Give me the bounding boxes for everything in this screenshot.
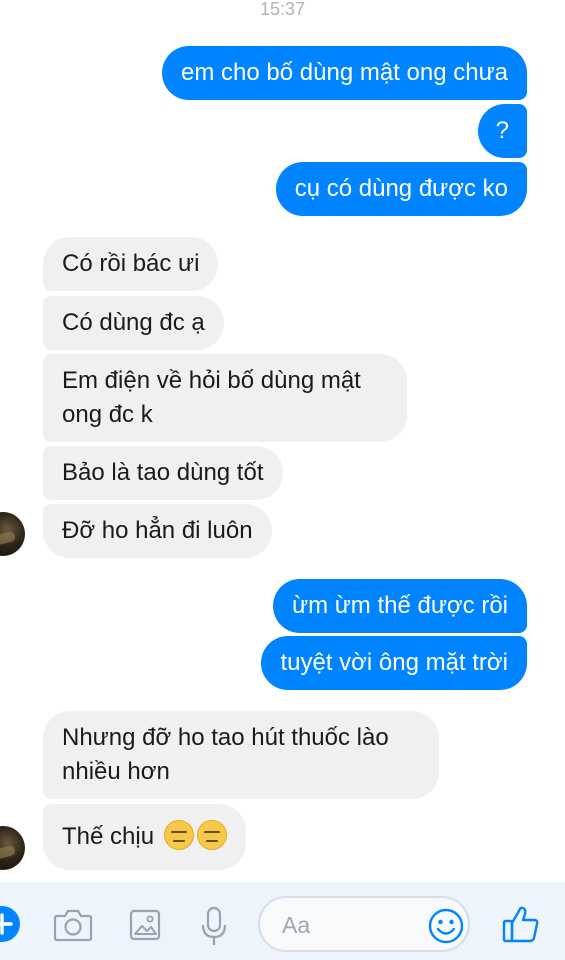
message-bubble-outgoing[interactable]: ?: [477, 104, 527, 158]
message-text: Em điện về hỏi bố dùng mật ong đc k: [62, 367, 361, 428]
contact-avatar[interactable]: [0, 826, 25, 870]
message-bubble-incoming[interactable]: Có dùng đc ạ: [43, 296, 224, 350]
message-text: Thế chịu: [62, 823, 155, 850]
status-time: 15:37: [259, 0, 306, 19]
message-text: Có rồi bác ưi: [62, 250, 200, 277]
contact-avatar[interactable]: [0, 512, 25, 556]
message-bubble-incoming[interactable]: Thế chịu: [43, 804, 246, 870]
thumbs-up-icon[interactable]: [501, 903, 541, 950]
message-text: Có dùng đc ạ: [62, 309, 205, 336]
message-text: tuyệt vời ông mặt trời: [280, 649, 508, 676]
message-bubble-incoming[interactable]: Em điện về hỏi bố dùng mật ong đc k: [43, 354, 407, 442]
emoji-icon[interactable]: [427, 907, 465, 950]
expressionless-face-icon: [196, 820, 227, 850]
message-text: cụ có dùng được ko: [294, 175, 508, 202]
expressionless-face-icon: [163, 820, 194, 850]
message-text: ?: [495, 117, 509, 144]
message-text: Bảo là tao dùng tốt: [62, 459, 264, 486]
message-bubble-outgoing[interactable]: ừm ừm thế được rồi: [273, 579, 527, 633]
message-bubble-incoming[interactable]: Đỡ ho hẳn đi luôn: [43, 504, 272, 558]
message-input-placeholder: Aa: [282, 912, 311, 938]
message-bubble-incoming[interactable]: Có rồi bác ưi: [43, 237, 219, 291]
message-bubble-outgoing[interactable]: tuyệt vời ông mặt trời: [261, 636, 527, 690]
image-icon[interactable]: [128, 907, 162, 948]
camera-icon[interactable]: [53, 908, 93, 947]
message-text: Đỡ ho hẳn đi luôn: [62, 517, 253, 544]
message-bubble-incoming[interactable]: Bảo là tao dùng tốt: [43, 446, 283, 500]
plus-icon[interactable]: [0, 906, 20, 942]
microphone-icon[interactable]: [198, 905, 230, 952]
message-bubble-outgoing[interactable]: cụ có dùng được ko: [275, 162, 527, 216]
message-text: ừm ừm thế được rồi: [292, 592, 508, 619]
message-text: em cho bố dùng mật ong chưa: [181, 59, 508, 86]
message-bubble-outgoing[interactable]: em cho bố dùng mật ong chưa: [162, 46, 527, 100]
message-text: Nhưng đỡ ho tao hút thuốc lào nhiều hơn: [62, 724, 389, 785]
message-bubble-incoming[interactable]: Nhưng đỡ ho tao hút thuốc lào nhiều hơn: [43, 711, 439, 799]
